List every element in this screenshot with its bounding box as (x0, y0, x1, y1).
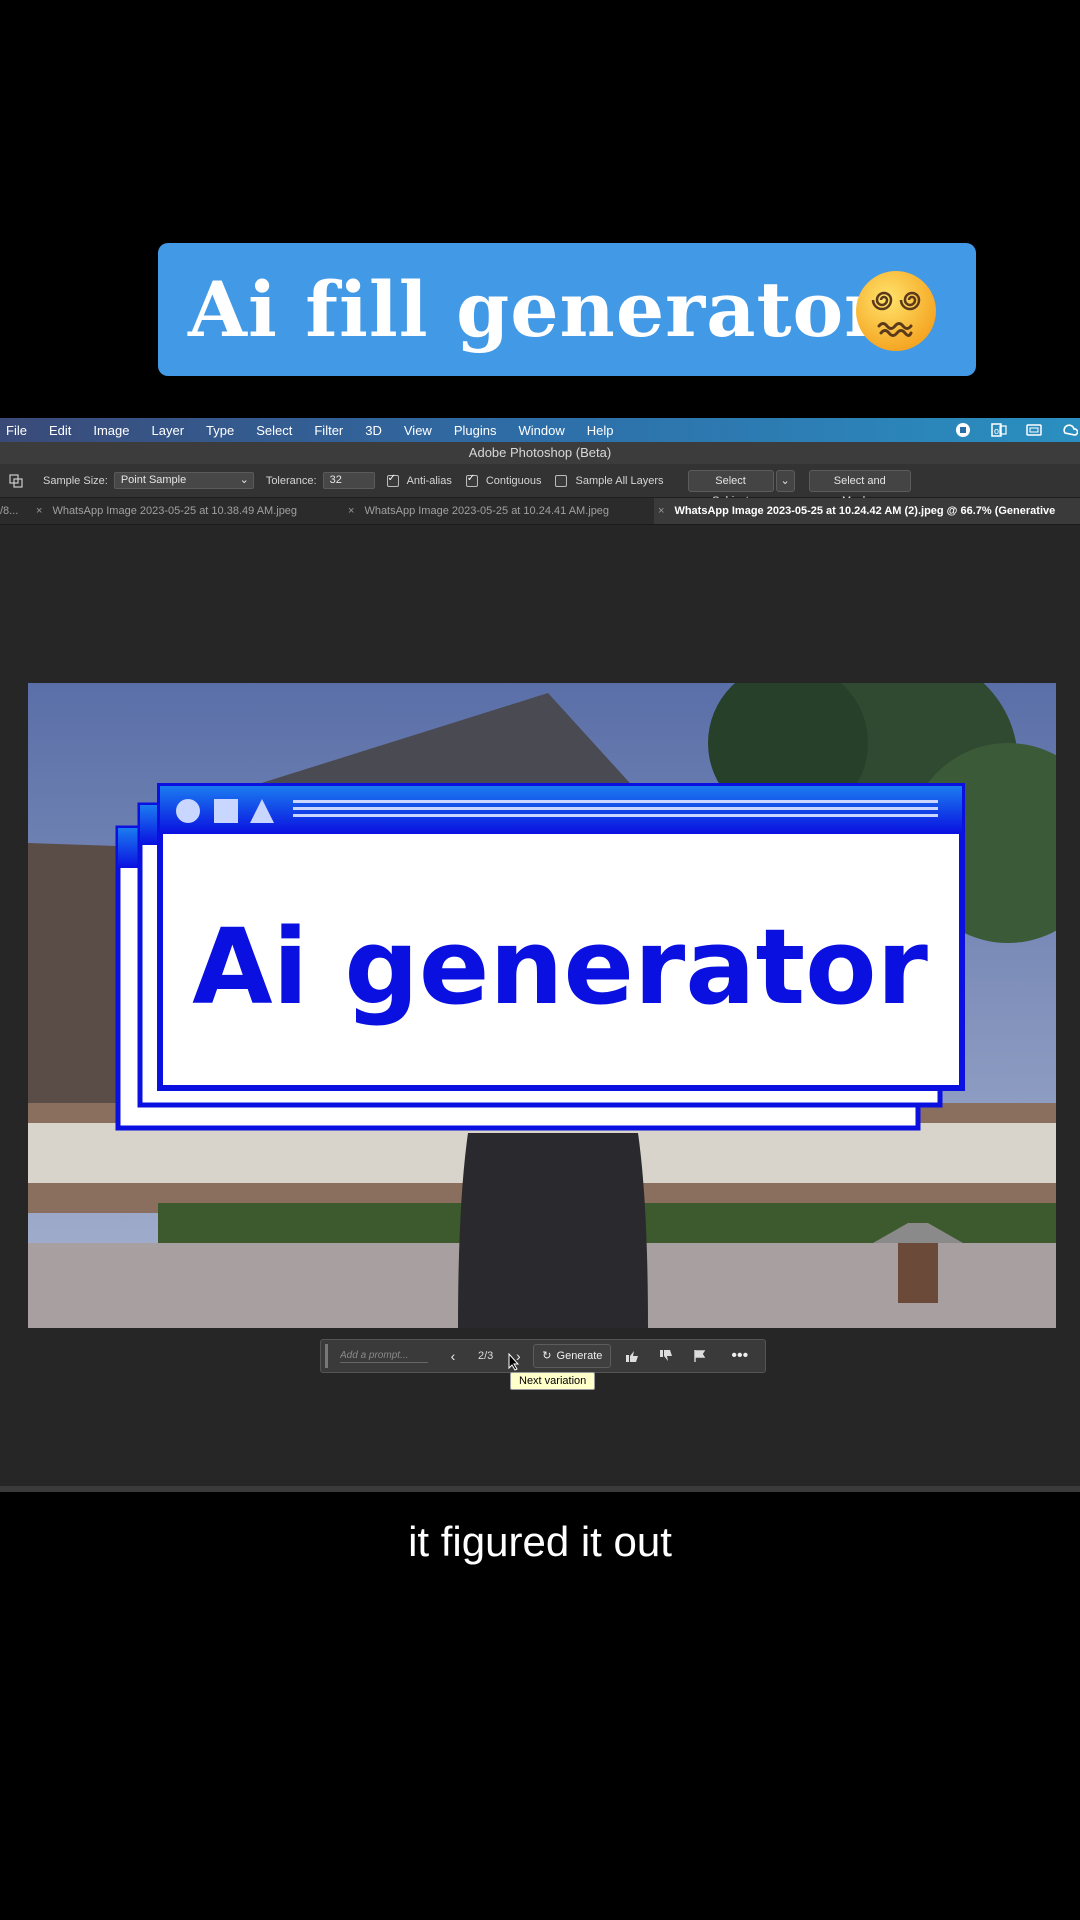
menu-3d[interactable]: 3D (354, 423, 393, 438)
overlay-title: Ai generator (192, 906, 928, 1028)
title-banner: Ai fill generator (158, 243, 976, 376)
menu-window[interactable]: Window (507, 423, 575, 438)
tolerance-input[interactable]: 32 (322, 472, 375, 489)
drag-handle[interactable] (325, 1344, 328, 1368)
close-icon[interactable]: × (36, 505, 42, 517)
contiguous-checkbox[interactable] (465, 473, 478, 487)
outlook-icon[interactable]: o (991, 422, 1007, 438)
title-text: Ai fill generator (188, 265, 886, 354)
close-icon[interactable]: × (658, 505, 664, 517)
status-bar (0, 1486, 1080, 1492)
generate-button[interactable]: ↻ Generate (533, 1344, 612, 1368)
creative-cloud-icon[interactable] (1062, 422, 1078, 438)
menu-layer[interactable]: Layer (141, 423, 196, 438)
select-and-mask-button[interactable]: Select and Mask... (808, 469, 911, 507)
tab-document-0[interactable]: /8... (0, 498, 28, 524)
flag-icon[interactable] (693, 1349, 707, 1363)
menu-filter[interactable]: Filter (303, 423, 354, 438)
tab-document-active[interactable]: × WhatsApp Image 2023-05-25 at 10.24.42 A… (654, 498, 1080, 524)
dizzy-face-emoji-icon (856, 271, 936, 351)
options-bar: Sample Size: Point Sample ⌄ Tolerance: 3… (0, 464, 1080, 507)
tab-label: /8... (0, 505, 19, 517)
cursor-icon (508, 1353, 520, 1371)
menu-type[interactable]: Type (195, 423, 245, 438)
menu-help[interactable]: Help (576, 423, 625, 438)
thumbs-up-icon[interactable] (625, 1349, 639, 1363)
sample-all-layers-label: Sample All Layers (575, 474, 664, 487)
chevron-down-icon: ⌄ (780, 474, 790, 487)
thumbs-down-icon[interactable] (659, 1349, 673, 1363)
video-caption: it figured it out (408, 1518, 672, 1565)
anti-alias-checkbox[interactable] (386, 473, 399, 487)
sample-size-label: Sample Size: (43, 474, 108, 487)
menu-bar: File Edit Image Layer Type Select Filter… (0, 418, 1080, 442)
app-title: Adobe Photoshop (Beta) (0, 442, 1080, 464)
menu-view[interactable]: View (393, 423, 443, 438)
tab-document-2[interactable]: × WhatsApp Image 2023-05-25 at 10.24.41 A… (348, 498, 658, 524)
refresh-icon: ↻ (542, 1350, 552, 1362)
previous-variation-icon[interactable]: ‹ (446, 1348, 460, 1364)
generative-fill-bar: ‹ 2/3 › ↻ Generate ••• (320, 1339, 766, 1373)
tab-label: WhatsApp Image 2023-05-25 at 10.38.49 AM… (52, 505, 298, 517)
tolerance-label: Tolerance: (265, 474, 317, 487)
chevron-down-icon: ⌄ (239, 474, 249, 486)
more-options-icon[interactable]: ••• (731, 1347, 748, 1365)
contiguous-label: Contiguous (485, 474, 542, 487)
anti-alias-label: Anti-alias (406, 474, 452, 487)
close-icon[interactable]: × (348, 505, 354, 517)
menu-select[interactable]: Select (245, 423, 303, 438)
svg-text:o: o (994, 426, 999, 436)
document-tabs: /8... × WhatsApp Image 2023-05-25 at 10.3… (0, 498, 1080, 525)
variation-counter: 2/3 (478, 1350, 494, 1362)
tab-label: WhatsApp Image 2023-05-25 at 10.24.42 AM… (674, 505, 1056, 517)
sample-size-value: Point Sample (120, 474, 187, 486)
canvas-image[interactable]: Ai generator (28, 683, 1056, 1328)
tolerance-value: 32 (329, 474, 342, 486)
display-icon[interactable] (1026, 422, 1042, 438)
select-subject-button[interactable]: Select Subject (687, 469, 774, 507)
tab-document-1[interactable]: × WhatsApp Image 2023-05-25 at 10.38.49 A… (36, 498, 346, 524)
menu-edit[interactable]: Edit (38, 423, 82, 438)
magic-wand-tool-icon[interactable] (9, 473, 23, 488)
record-icon[interactable] (955, 422, 971, 438)
sample-size-dropdown[interactable]: Point Sample ⌄ (113, 472, 254, 489)
tab-label: WhatsApp Image 2023-05-25 at 10.24.41 AM… (364, 505, 610, 517)
menu-file[interactable]: File (0, 423, 38, 438)
menu-plugins[interactable]: Plugins (443, 423, 508, 438)
menu-image[interactable]: Image (82, 423, 140, 438)
prompt-input[interactable] (340, 1349, 428, 1363)
tooltip: Next variation (510, 1372, 596, 1390)
generate-label: Generate (556, 1350, 603, 1362)
select-subject-dropdown-button[interactable]: ⌄ (775, 469, 795, 492)
sample-all-layers-checkbox[interactable] (555, 474, 568, 487)
